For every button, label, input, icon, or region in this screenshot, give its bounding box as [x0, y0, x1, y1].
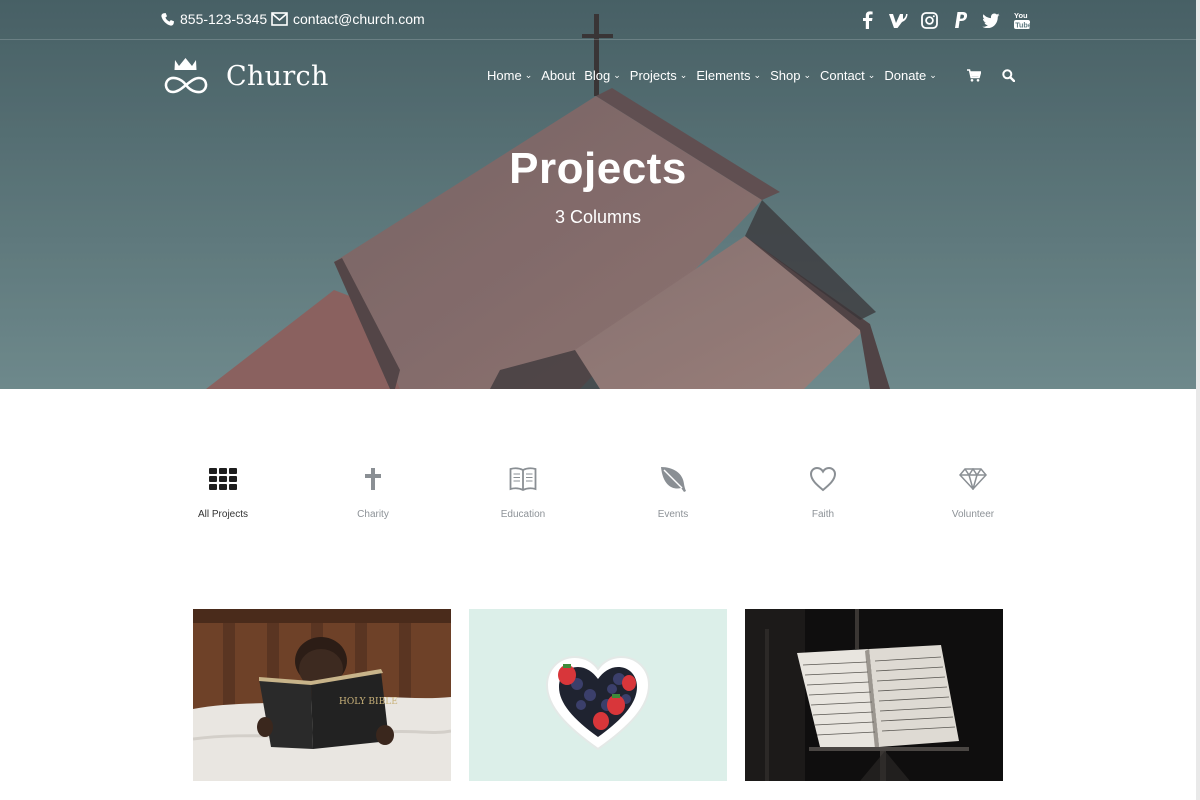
- nav-label: Blog: [584, 68, 611, 83]
- leaf-icon: [659, 463, 687, 495]
- svg-text:Tube: Tube: [1015, 20, 1030, 29]
- filter-all-projects[interactable]: All Projects: [148, 463, 298, 533]
- chevron-down-icon: ⌄: [929, 70, 937, 80]
- child-reading-bible-photo: HOLY BIBLE: [193, 609, 451, 781]
- nav-label: Donate: [884, 68, 927, 83]
- site-logo[interactable]: Church: [160, 56, 329, 96]
- phone-contact[interactable]: 855-123-5345: [160, 11, 267, 27]
- vine-icon[interactable]: [888, 10, 908, 30]
- page-subtitle: 3 Columns: [554, 207, 642, 227]
- phone-number: 855-123-5345: [180, 11, 268, 27]
- nav-item-contact[interactable]: Contact ⌄: [820, 68, 875, 83]
- nav-label: Projects: [629, 68, 677, 83]
- project-card-sheet-music[interactable]: [745, 609, 1003, 781]
- crown-infinity-logo-icon: [164, 58, 208, 94]
- nav-item-blog[interactable]: Blog ⌄: [584, 68, 621, 83]
- nav-item-projects[interactable]: Projects ⌄: [630, 68, 688, 83]
- chevron-down-icon: ⌄: [679, 70, 688, 80]
- project-card-berries[interactable]: [469, 609, 727, 781]
- brand-name: Church: [226, 60, 329, 92]
- envelope-icon: [271, 12, 288, 26]
- filter-events[interactable]: Events: [598, 463, 748, 533]
- filter-label: Education: [500, 509, 546, 520]
- open-book-icon: [509, 463, 537, 495]
- hero-banner: 855-123-5345 contact@church.com You Tube…: [0, 0, 1196, 389]
- svg-text:You: You: [1014, 11, 1028, 20]
- nav-item-shop[interactable]: Shop ⌄: [770, 68, 811, 83]
- cart-icon[interactable]: [966, 69, 981, 82]
- project-card-bible[interactable]: HOLY BIBLE: [193, 609, 451, 781]
- filter-label: Faith: [811, 509, 835, 520]
- nav-item-elements[interactable]: Elements ⌄: [696, 68, 761, 83]
- projects-grid: HOLY BIBLE: [193, 609, 1003, 781]
- filter-charity[interactable]: Charity: [298, 463, 448, 533]
- cross-icon: [364, 463, 382, 495]
- filter-label: Charity: [357, 509, 389, 520]
- top-contact-bar: 855-123-5345 contact@church.com You Tube: [0, 0, 1196, 40]
- nav-label: Shop: [770, 68, 801, 83]
- sheet-music-stand-photo: [745, 609, 1003, 781]
- page-title: Projects: [509, 144, 687, 193]
- nav-item-about[interactable]: About: [541, 68, 575, 83]
- nav-label: Home: [487, 68, 522, 83]
- main-nav: Home ⌄ About Blog ⌄ Projects ⌄ Elements ⌄ Sh…: [487, 68, 1015, 83]
- instagram-icon[interactable]: [919, 10, 939, 30]
- twitter-icon[interactable]: [981, 10, 1001, 30]
- chevron-down-icon: ⌄: [753, 70, 762, 80]
- phone-icon: [161, 12, 175, 26]
- filter-label: Volunteer: [951, 509, 995, 520]
- filter-education[interactable]: Education: [448, 463, 598, 533]
- social-links: You Tube: [857, 10, 1043, 30]
- page-scrollbar[interactable]: [1196, 0, 1200, 800]
- paypal-icon[interactable]: [950, 10, 970, 30]
- bible-cover-text: HOLY BIBLE: [339, 697, 398, 707]
- email-address: contact@church.com: [293, 11, 425, 27]
- heart-bowl-berries-photo: [469, 609, 727, 781]
- facebook-icon[interactable]: [857, 10, 877, 30]
- heart-icon: [809, 463, 837, 495]
- chevron-down-icon: ⌄: [803, 70, 811, 80]
- filter-faith[interactable]: Faith: [748, 463, 898, 533]
- project-filters: All Projects Charity Education Events Fa…: [148, 463, 1048, 533]
- filter-volunteer[interactable]: Volunteer: [898, 463, 1048, 533]
- youtube-icon[interactable]: You Tube: [1012, 10, 1032, 30]
- nav-label: Contact: [819, 68, 865, 83]
- nav-item-home[interactable]: Home ⌄: [487, 68, 532, 83]
- chevron-down-icon: ⌄: [524, 70, 533, 80]
- chevron-down-icon: ⌄: [613, 70, 621, 80]
- chevron-down-icon: ⌄: [867, 70, 876, 80]
- search-icon[interactable]: [1002, 69, 1015, 82]
- nav-label: Elements: [696, 68, 751, 83]
- nav-item-donate[interactable]: Donate ⌄: [884, 68, 936, 83]
- nav-label: About: [541, 68, 576, 83]
- filter-label: Events: [657, 509, 689, 520]
- diamond-icon: [959, 463, 987, 495]
- filter-label: All Projects: [197, 509, 248, 520]
- grid-icon: [209, 463, 237, 495]
- email-contact[interactable]: contact@church.com: [271, 11, 425, 27]
